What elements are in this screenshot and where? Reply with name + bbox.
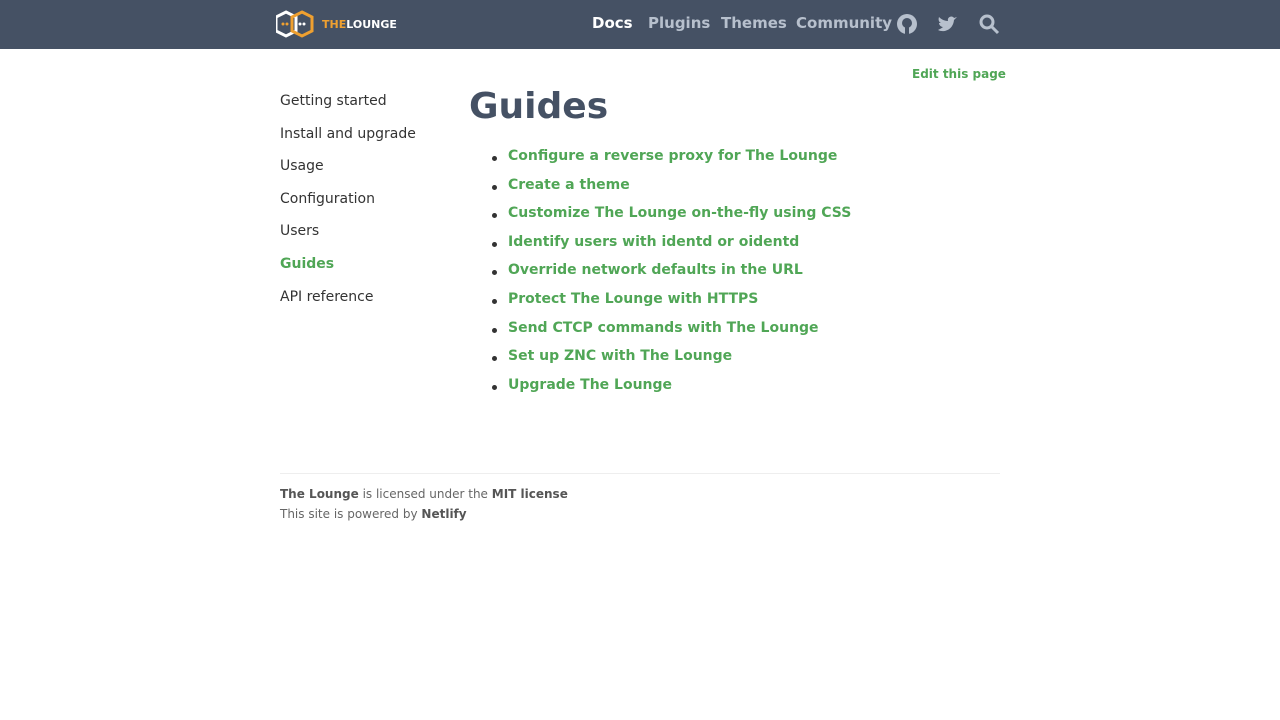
sidebar-item-getting-started[interactable]: Getting started: [280, 90, 416, 123]
list-item: Set up ZNC with The Lounge: [492, 348, 851, 377]
guide-link[interactable]: Create a theme: [508, 177, 630, 193]
the-lounge-link[interactable]: The Lounge: [280, 487, 359, 501]
sidebar: Getting started Install and upgrade Usag…: [280, 90, 416, 318]
nav-themes[interactable]: Themes: [721, 14, 787, 32]
footer-license: The Lounge is licensed under the MIT lic…: [280, 487, 568, 501]
list-item: Protect The Lounge with HTTPS: [492, 291, 851, 320]
sidebar-item-api[interactable]: API reference: [280, 286, 416, 319]
guide-link[interactable]: Customize The Lounge on-the-fly using CS…: [508, 205, 851, 221]
twitter-icon[interactable]: [936, 12, 960, 36]
license-text: is licensed under the: [358, 487, 492, 501]
guide-link[interactable]: Configure a reverse proxy for The Lounge: [508, 148, 837, 164]
guide-link[interactable]: Protect The Lounge with HTTPS: [508, 291, 758, 307]
logo-link[interactable]: THELOUNGE: [276, 10, 397, 38]
footer-divider: [280, 473, 1000, 474]
sidebar-item-configuration[interactable]: Configuration: [280, 188, 416, 221]
sidebar-item-guides[interactable]: Guides: [280, 253, 416, 286]
list-item: Upgrade The Lounge: [492, 377, 851, 406]
mit-license-link[interactable]: MIT license: [492, 487, 568, 501]
search-icon[interactable]: [977, 12, 1001, 36]
guide-link[interactable]: Override network defaults in the URL: [508, 262, 803, 278]
list-item: Customize The Lounge on-the-fly using CS…: [492, 205, 851, 234]
logo-icon: [276, 10, 314, 38]
edit-page-link[interactable]: Edit this page: [912, 67, 1006, 81]
github-icon[interactable]: [895, 12, 919, 36]
footer-powered: This site is powered by Netlify: [280, 507, 467, 521]
logo-text: THELOUNGE: [322, 17, 397, 31]
sidebar-item-install[interactable]: Install and upgrade: [280, 123, 416, 156]
list-item: Configure a reverse proxy for The Lounge: [492, 148, 851, 177]
guide-link[interactable]: Send CTCP commands with The Lounge: [508, 320, 819, 336]
sidebar-item-users[interactable]: Users: [280, 220, 416, 253]
guide-link[interactable]: Identify users with identd or oidentd: [508, 234, 799, 250]
page-title: Guides: [469, 86, 609, 127]
nav-plugins[interactable]: Plugins: [648, 14, 710, 32]
list-item: Create a theme: [492, 177, 851, 206]
guides-list: Configure a reverse proxy for The Lounge…: [492, 148, 851, 405]
guide-link[interactable]: Upgrade The Lounge: [508, 377, 672, 393]
list-item: Identify users with identd or oidentd: [492, 234, 851, 263]
header: THELOUNGE Docs Plugins Themes Community: [0, 0, 1280, 49]
powered-text: This site is powered by: [280, 507, 422, 521]
guide-link[interactable]: Set up ZNC with The Lounge: [508, 348, 732, 364]
nav-docs[interactable]: Docs: [592, 14, 633, 32]
netlify-link[interactable]: Netlify: [421, 507, 466, 521]
list-item: Send CTCP commands with The Lounge: [492, 320, 851, 349]
list-item: Override network defaults in the URL: [492, 262, 851, 291]
nav-community[interactable]: Community: [796, 14, 892, 32]
sidebar-item-usage[interactable]: Usage: [280, 155, 416, 188]
